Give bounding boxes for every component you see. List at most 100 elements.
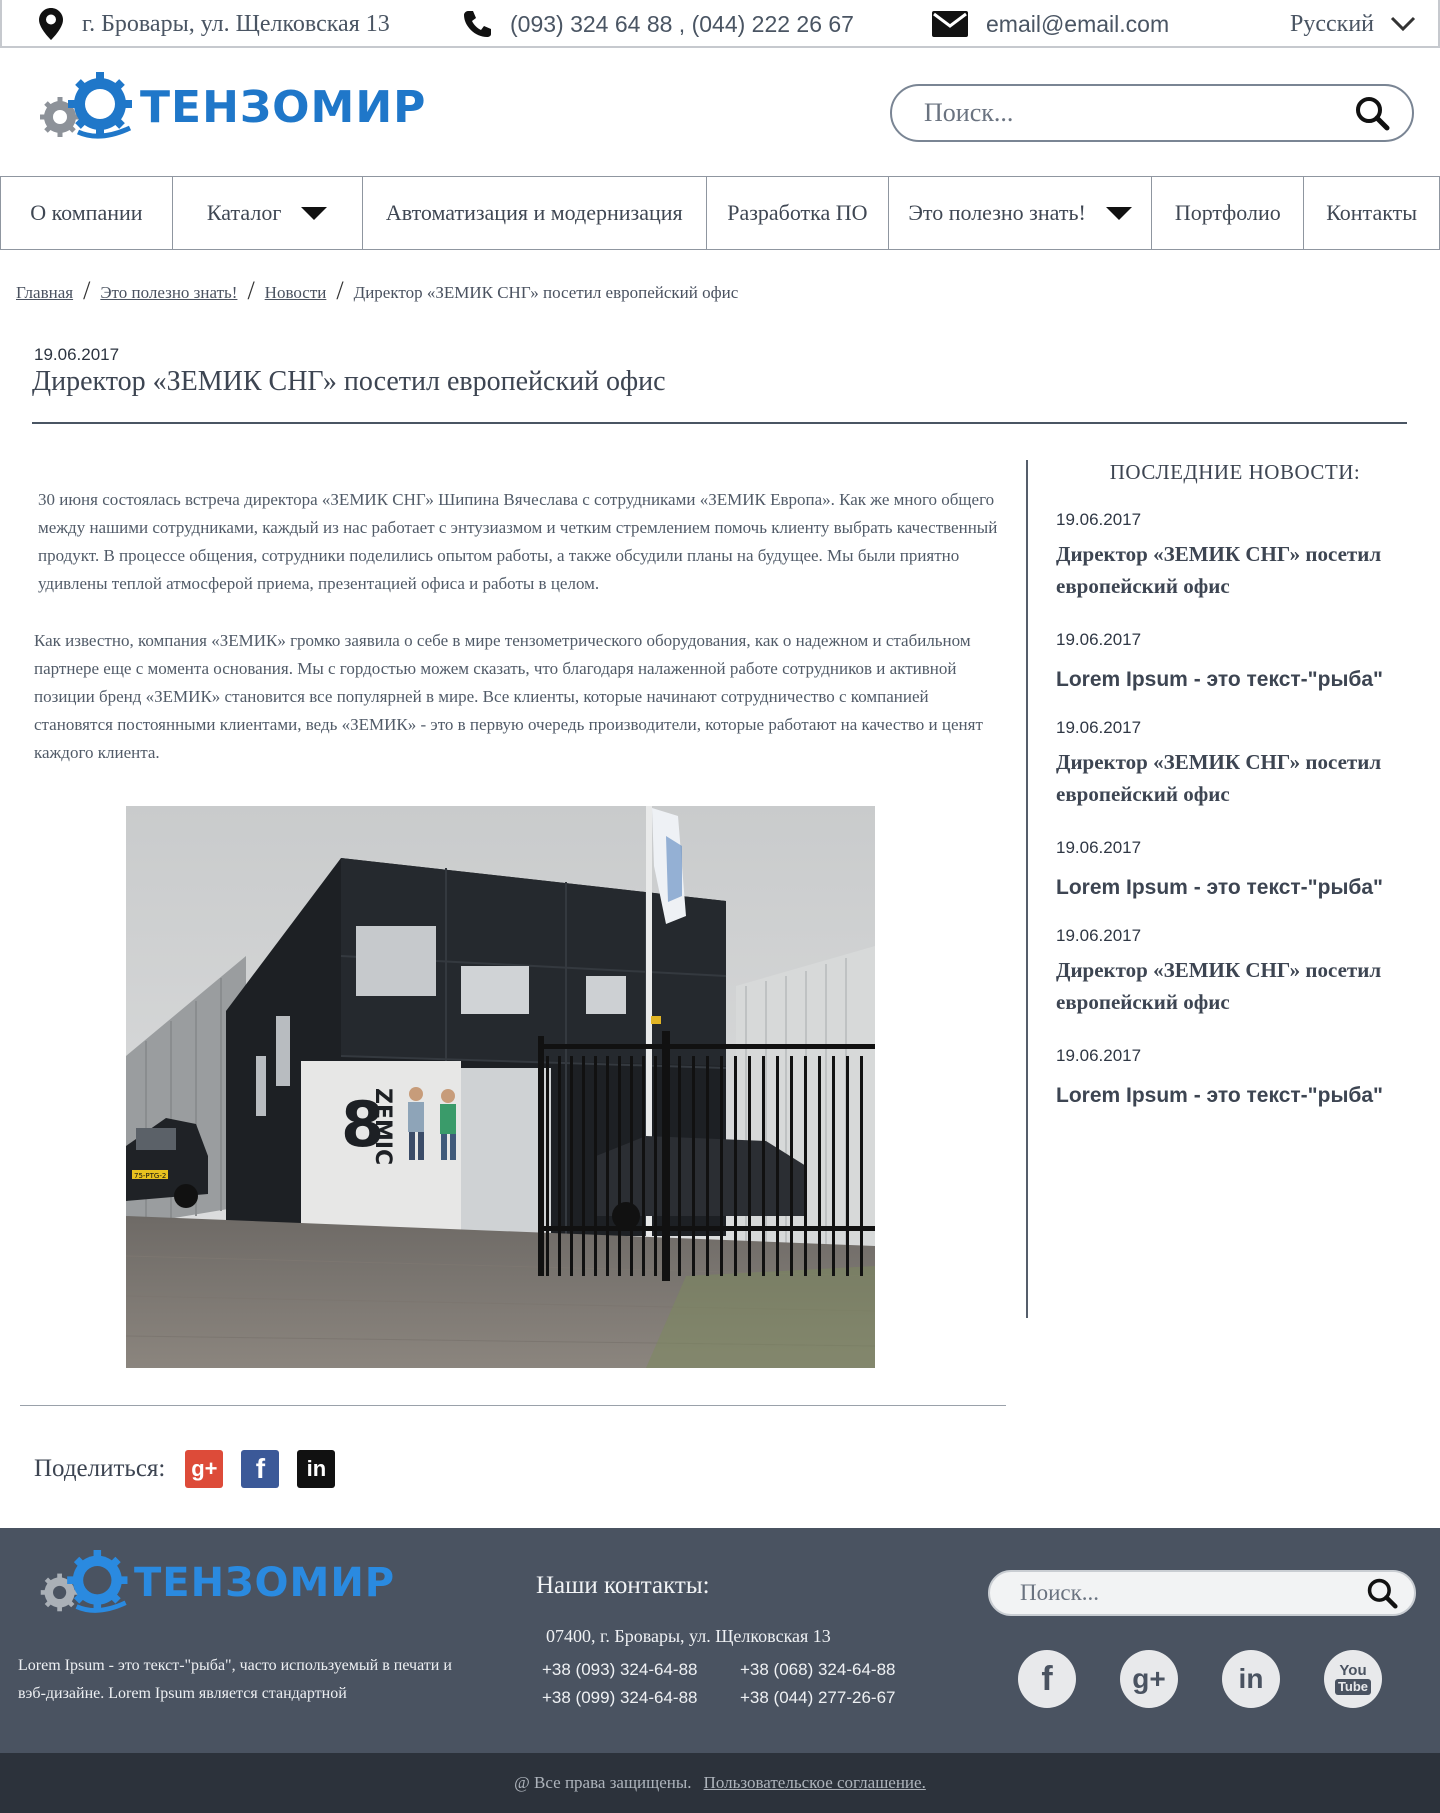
logo-text: ТЕНЗОМИР xyxy=(140,81,427,133)
email-block: email@email.com xyxy=(932,0,1169,48)
nav-label: О компании xyxy=(30,200,143,225)
search-input[interactable]: Поиск... xyxy=(924,98,1013,128)
article-paragraph-2: Как известно, компания «ЗЕМИК» громко за… xyxy=(34,631,983,762)
top-bar: г. Бровары, ул. Щелковская 13 (093) 324 … xyxy=(0,0,1440,48)
facebook-icon[interactable]: f xyxy=(1018,1650,1076,1708)
footer-bottom: @ Все права защищены. Пользовательское с… xyxy=(0,1753,1440,1813)
youtube-icon-top: You xyxy=(1339,1662,1367,1679)
chevron-down-icon xyxy=(1390,16,1416,32)
news-date: 19.06.2017 xyxy=(1056,510,1142,529)
article-photo: 8 ZEMIC 75-PTG-2 xyxy=(126,806,875,1368)
linkedin-icon[interactable]: in xyxy=(297,1450,336,1488)
photo-sign-text: ZEMIC xyxy=(370,1088,395,1165)
footer: ТЕНЗОМИР Lorem Ipsum - это текст-"рыба",… xyxy=(0,1528,1440,1753)
footer-search-input[interactable]: Поиск... xyxy=(1020,1580,1099,1606)
copyright-text: @ Все права защищены. xyxy=(514,1773,692,1792)
nav-item-about[interactable]: О компании xyxy=(1,177,173,249)
linkedin-icon[interactable]: in xyxy=(1222,1650,1280,1708)
nav-item-software[interactable]: Разработка ПО xyxy=(707,177,889,249)
nav-item-portfolio[interactable]: Портфолио xyxy=(1152,177,1305,249)
title-divider xyxy=(32,422,1407,424)
share-block: Поделиться: g+ f in xyxy=(34,1450,336,1488)
breadcrumb: Главная / Это полезно знать! / Новости /… xyxy=(16,276,739,308)
sidebar-heading: ПОСЛЕДНИЕ НОВОСТИ: xyxy=(1109,460,1361,484)
phones-block: (093) 324 64 88 , (044) 222 26 67 xyxy=(462,0,854,48)
news-date: 19.06.2017 xyxy=(1056,718,1142,737)
nav-item-automation[interactable]: Автоматизация и модернизация xyxy=(363,177,708,249)
nav-label: Автоматизация и модернизация xyxy=(385,200,683,225)
footer-contacts-heading: Наши контакты: xyxy=(536,1572,710,1599)
news-date: 19.06.2017 xyxy=(1056,838,1142,857)
search-icon[interactable] xyxy=(1366,1577,1398,1609)
breadcrumb-home[interactable]: Главная xyxy=(16,283,73,303)
header-search[interactable]: Поиск... xyxy=(890,84,1414,142)
nav-label: Каталог xyxy=(206,200,282,225)
search-icon[interactable] xyxy=(1354,95,1390,131)
breadcrumb-separator: / xyxy=(83,276,91,305)
news-title[interactable]: Lorem Ipsum - это текст-"рыба" xyxy=(1056,1080,1416,1112)
youtube-icon[interactable]: You Tube xyxy=(1324,1650,1382,1708)
breadcrumb-separator: / xyxy=(247,276,255,305)
page-title: Директор «ЗЕМИК СНГ» посетил европейский… xyxy=(32,366,666,397)
news-item[interactable]: 19.06.2017 Lorem Ipsum - это текст-"рыба… xyxy=(1056,630,1416,718)
main-nav: О компании Каталог Автоматизация и модер… xyxy=(0,176,1440,250)
facebook-icon[interactable]: f xyxy=(241,1450,280,1488)
breadcrumb-current: Директор «ЗЕМИК СНГ» посетил европейский… xyxy=(353,283,739,302)
news-title[interactable]: Lorem Ipsum - это текст-"рыба" xyxy=(1056,872,1416,904)
nav-label: Разработка ПО xyxy=(727,200,868,225)
youtube-icon-bottom: Tube xyxy=(1334,1679,1372,1695)
footer-logo[interactable]: ТЕНЗОМИР xyxy=(38,1550,395,1616)
footer-phone-1[interactable]: +38 (093) 324-64-88 xyxy=(542,1660,697,1680)
gears-logo-icon xyxy=(38,72,138,142)
footer-phone-3[interactable]: +38 (099) 324-64-88 xyxy=(542,1688,697,1708)
photo-plate: 75-PTG-2 xyxy=(134,1172,166,1180)
google-plus-icon[interactable]: g+ xyxy=(1120,1650,1178,1708)
envelope-icon xyxy=(932,11,968,37)
news-title[interactable]: Директор «ЗЕМИК СНГ» посетил европейский… xyxy=(1056,954,1416,1018)
article-paragraph-1: 30 июня состоялась встреча директора «ЗЕ… xyxy=(38,490,998,593)
nav-item-useful[interactable]: Это полезно знать! xyxy=(889,177,1153,249)
user-agreement-link[interactable]: Пользовательское соглашение. xyxy=(704,1773,926,1793)
language-selector[interactable]: Русский xyxy=(1290,0,1416,48)
share-label: Поделиться: xyxy=(34,1455,166,1482)
news-item[interactable]: 19.06.2017 Директор «ЗЕМИК СНГ» посетил … xyxy=(1056,926,1416,1046)
sidebar-news-list: 19.06.2017 Директор «ЗЕМИК СНГ» посетил … xyxy=(1056,510,1416,1134)
topbar-phones[interactable]: (093) 324 64 88 , (044) 222 26 67 xyxy=(510,11,854,38)
nav-label: Контакты xyxy=(1326,200,1417,225)
footer-phone-4[interactable]: +38 (044) 277-26-67 xyxy=(740,1688,895,1708)
footer-phone-2[interactable]: +38 (068) 324-64-88 xyxy=(740,1660,895,1680)
news-item[interactable]: 19.06.2017 Lorem Ipsum - это текст-"рыба… xyxy=(1056,838,1416,926)
breadcrumb-news[interactable]: Новости xyxy=(265,283,327,303)
footer-logo-text: ТЕНЗОМИР xyxy=(134,1560,396,1606)
news-title[interactable]: Директор «ЗЕМИК СНГ» посетил европейский… xyxy=(1056,746,1416,810)
nav-label: Портфолио xyxy=(1174,200,1281,225)
news-item[interactable]: 19.06.2017 Директор «ЗЕМИК СНГ» посетил … xyxy=(1056,510,1416,630)
nav-label: Это полезно знать! xyxy=(908,200,1086,225)
google-plus-icon[interactable]: g+ xyxy=(185,1450,224,1488)
topbar-address: г. Бровары, ул. Щелковская 13 xyxy=(82,10,390,37)
breadcrumb-separator: / xyxy=(336,276,344,305)
address-block: г. Бровары, ул. Щелковская 13 xyxy=(38,0,390,48)
topbar-email[interactable]: email@email.com xyxy=(986,11,1169,38)
dropdown-caret-icon xyxy=(301,206,328,220)
footer-address: 07400, г. Бровары, ул. Щелковская 13 xyxy=(546,1626,831,1646)
footer-social: f g+ in You Tube xyxy=(1018,1650,1382,1708)
sidebar-divider xyxy=(1026,460,1028,1318)
language-label: Русский xyxy=(1290,10,1374,37)
gears-logo-icon xyxy=(38,1550,134,1616)
breadcrumb-useful[interactable]: Это полезно знать! xyxy=(100,283,237,303)
phone-icon xyxy=(462,10,492,38)
map-pin-icon xyxy=(38,7,64,41)
article-date: 19.06.2017 xyxy=(34,345,120,364)
news-title[interactable]: Директор «ЗЕМИК СНГ» посетил европейский… xyxy=(1056,538,1416,602)
news-item[interactable]: 19.06.2017 Директор «ЗЕМИК СНГ» посетил … xyxy=(1056,718,1416,838)
dropdown-caret-icon xyxy=(1105,206,1132,220)
news-item[interactable]: 19.06.2017 Lorem Ipsum - это текст-"рыба… xyxy=(1056,1046,1416,1134)
news-date: 19.06.2017 xyxy=(1056,1046,1142,1065)
news-title[interactable]: Lorem Ipsum - это текст-"рыба" xyxy=(1056,664,1416,696)
site-logo[interactable]: ТЕНЗОМИР xyxy=(38,72,426,142)
nav-item-contacts[interactable]: Контакты xyxy=(1304,177,1439,249)
share-divider xyxy=(20,1405,1006,1406)
nav-item-catalog[interactable]: Каталог xyxy=(173,177,363,249)
footer-search[interactable]: Поиск... xyxy=(988,1570,1416,1616)
